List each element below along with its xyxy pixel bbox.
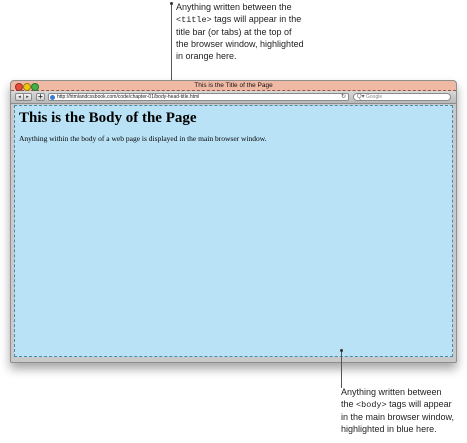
title-annotation: Anything written between the <title> tag… xyxy=(176,1,326,62)
search-icon: Q▾ xyxy=(357,94,365,100)
reload-icon[interactable]: ↻ xyxy=(341,94,346,100)
plus-icon: + xyxy=(38,92,43,101)
window-title: This is the Title of the Page xyxy=(194,82,273,89)
body-leader-dot xyxy=(340,349,343,352)
page-paragraph: Anything within the body of a web page i… xyxy=(19,134,267,143)
title-tag-code: <title> xyxy=(176,15,212,25)
search-placeholder: Google xyxy=(366,94,383,100)
body-annotation-line-3: in the main browser window, xyxy=(341,412,455,422)
body-annotation-line-4: highlighted in blue here. xyxy=(341,424,437,434)
page-body-viewport: This is the Body of the Page Anything wi… xyxy=(14,105,453,357)
browser-toolbar: ◂ ▸ + http://htmlandcssbook.com/code/cha… xyxy=(11,91,456,104)
forward-arrow-icon: ▸ xyxy=(26,94,29,100)
body-annotation-line-2-rest: tags will appear xyxy=(386,399,452,409)
add-bookmark-button[interactable]: + xyxy=(36,93,45,101)
body-leader-line xyxy=(341,351,342,388)
forward-button[interactable]: ▸ xyxy=(23,93,32,101)
body-tag-code: <body> xyxy=(356,400,387,410)
body-annotation-line-2: the <body> tags will appear xyxy=(341,398,467,411)
title-annotation-line-3: title bar (or tabs) at the top of xyxy=(176,27,292,37)
title-annotation-line-5: in orange here. xyxy=(176,51,237,61)
title-annotation-line-4: the browser window, highlighted xyxy=(176,39,304,49)
title-annotation-line-2: <title> tags will appear in the xyxy=(176,13,326,26)
figure-stage: Anything written between the <title> tag… xyxy=(0,0,467,443)
search-field[interactable]: Q▾ Google xyxy=(353,93,451,101)
browser-window: This is the Title of the Page ◂ ▸ + http… xyxy=(10,80,457,363)
body-annotation: Anything written between the <body> tags… xyxy=(341,386,467,435)
title-annotation-line-2-rest: tags will appear in the xyxy=(211,14,302,24)
title-leader-line xyxy=(171,3,172,81)
address-bar[interactable]: http://htmlandcssbook.com/code/chapter-0… xyxy=(48,93,349,101)
title-annotation-line-1: Anything written between the xyxy=(176,2,292,12)
page-heading: This is the Body of the Page xyxy=(19,110,197,126)
back-arrow-icon: ◂ xyxy=(18,94,21,100)
body-annotation-line-1: Anything written between xyxy=(341,387,442,397)
title-bar: This is the Title of the Page xyxy=(11,81,456,91)
body-annotation-line-2-pre: the xyxy=(341,399,357,409)
title-leader-dot xyxy=(170,2,173,5)
globe-icon xyxy=(50,94,55,100)
url-text: http://htmlandcssbook.com/code/chapter-0… xyxy=(57,94,200,100)
